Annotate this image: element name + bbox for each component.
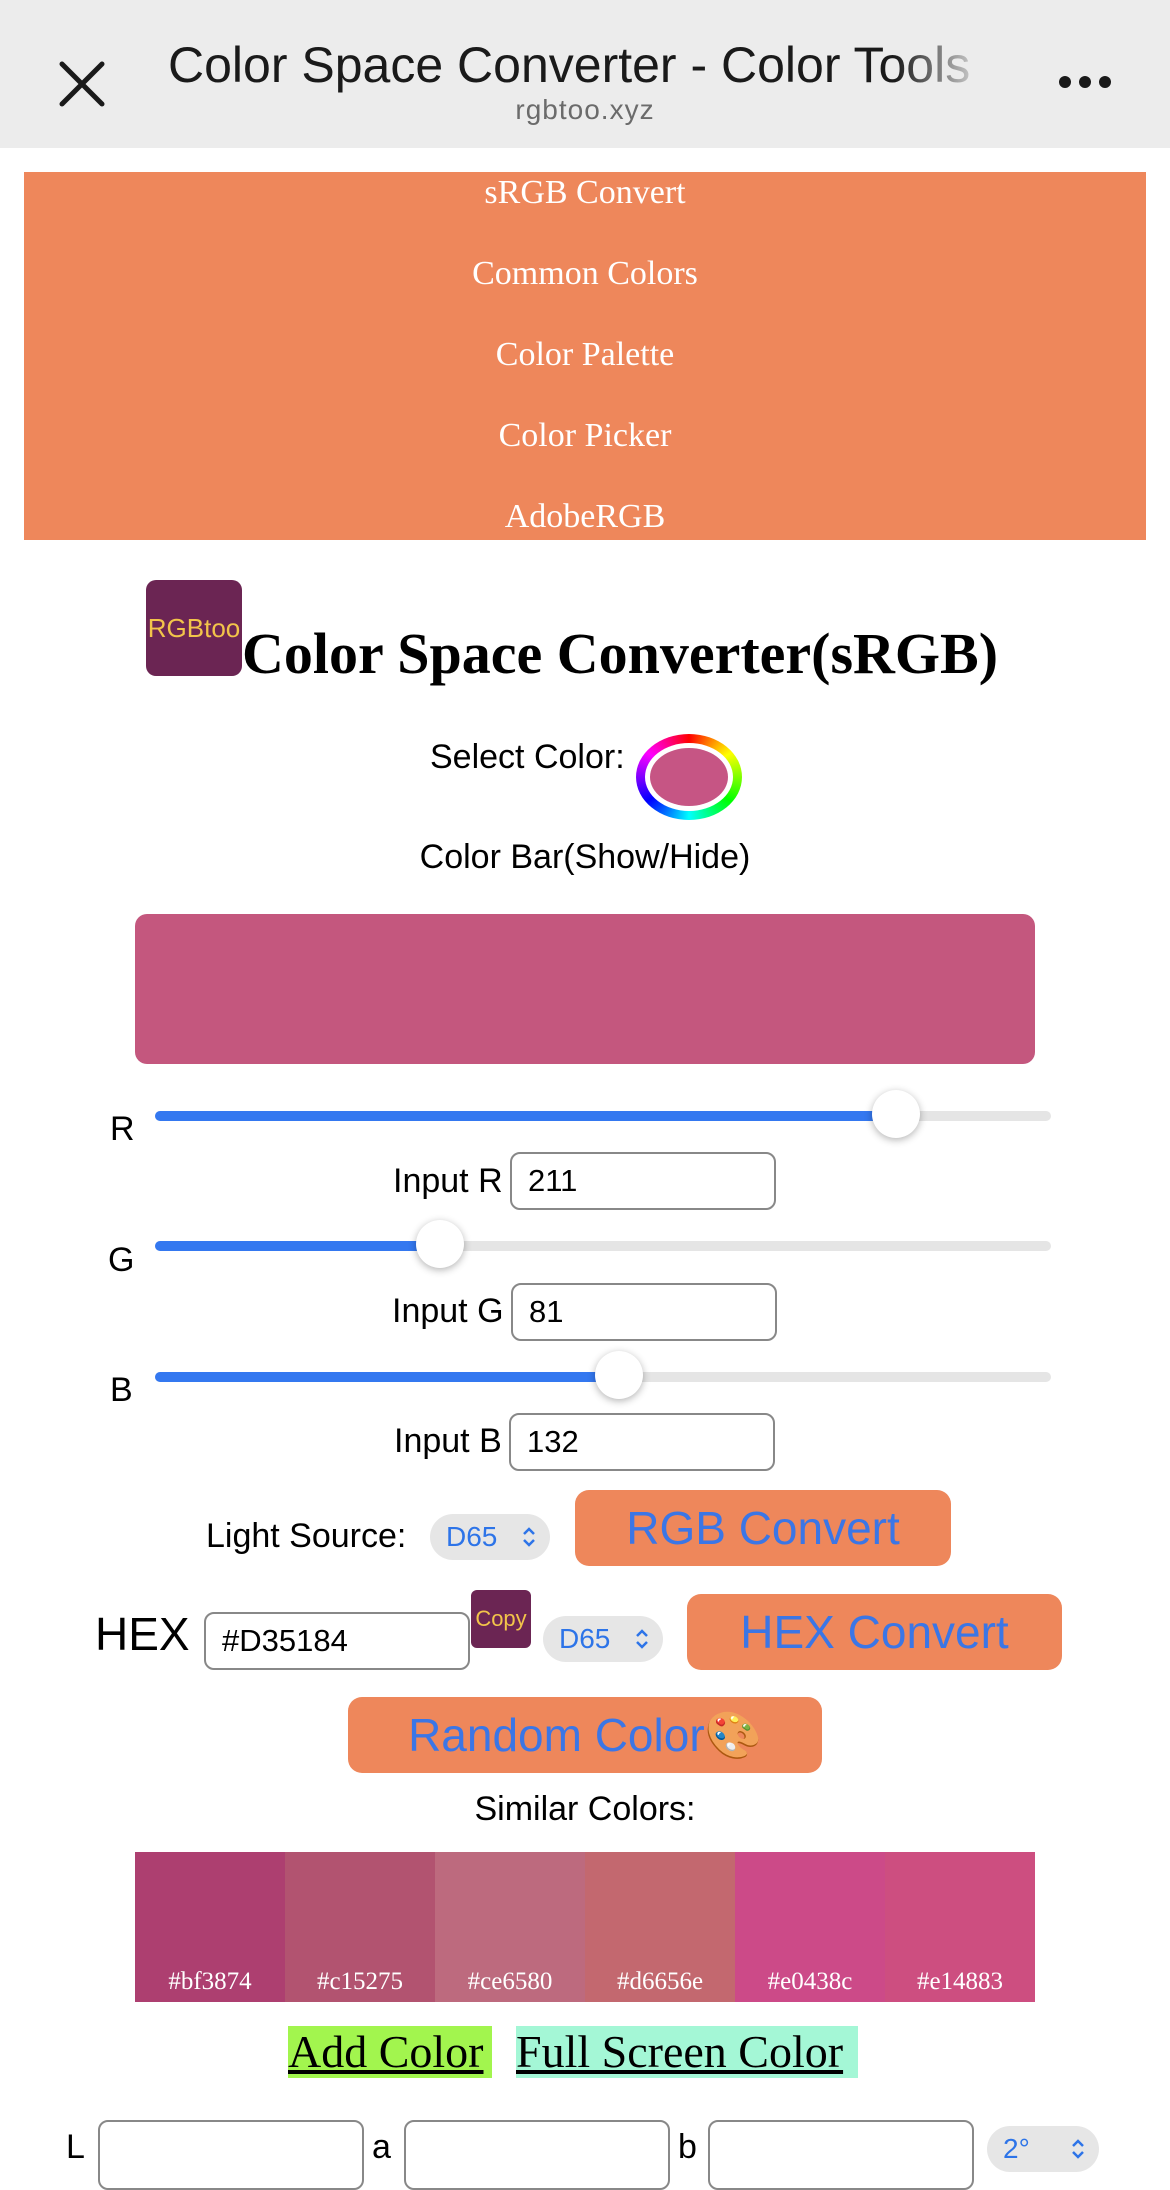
g-label: G <box>108 1241 135 1279</box>
hex-light-source-value: D65 <box>559 1623 611 1654</box>
page-title-bar: Color Space Converter - Color Tools <box>168 36 983 94</box>
lab-l-input[interactable] <box>98 2120 364 2190</box>
hex-input[interactable]: #D35184 <box>204 1612 470 1670</box>
similar-color-swatch[interactable]: #c15275 <box>285 1852 435 2002</box>
nav-item-srgb-convert[interactable]: sRGB Convert <box>24 174 1146 212</box>
lab-a-label: a <box>372 2128 391 2166</box>
similar-color-swatch[interactable]: #ce6580 <box>435 1852 585 2002</box>
page-url: rgbtoo.xyz <box>515 94 655 125</box>
b-label: B <box>110 1371 133 1409</box>
nav-item-adobergb[interactable]: AdobeRGB <box>24 498 1146 536</box>
hex-light-source-select[interactable]: D65 <box>543 1616 663 1662</box>
chevron-updown-icon <box>523 1527 535 1547</box>
hex-label: HEX <box>95 1608 190 1660</box>
more-options-icon[interactable] <box>1055 72 1115 92</box>
r-slider-fill <box>155 1111 896 1121</box>
page-title: Color Space Converter - Color Tools <box>168 37 971 93</box>
swatch-hex: #bf3874 <box>168 1968 252 1995</box>
g-slider-fill <box>155 1241 440 1251</box>
select-color-label: Select Color: <box>430 738 625 776</box>
hex-convert-button[interactable]: HEX Convert <box>687 1594 1062 1670</box>
input-r-field[interactable]: 211 <box>510 1152 776 1210</box>
input-r-label: Input R <box>393 1162 503 1200</box>
observer-select[interactable]: 2° <box>987 2126 1099 2172</box>
color-bar <box>135 914 1035 1064</box>
input-b-field[interactable]: 132 <box>509 1413 775 1471</box>
lab-b-label: b <box>678 2128 697 2166</box>
nav-item-common-colors[interactable]: Common Colors <box>24 255 1146 293</box>
light-source-value: D65 <box>446 1521 498 1552</box>
nav-menu: sRGB Convert Common Colors Color Palette… <box>24 172 1146 540</box>
add-color-link[interactable]: Add Color <box>288 2026 492 2078</box>
r-label: R <box>110 1110 135 1148</box>
lab-b-input[interactable] <box>708 2120 974 2190</box>
similar-colors-strip: #bf3874 #c15275 #ce6580 #d6656e #e0438c … <box>135 1852 1035 2002</box>
picker-swatch <box>650 748 728 806</box>
page-heading: Color Space Converter(sRGB) <box>242 621 999 686</box>
input-g-field[interactable]: 81 <box>511 1283 777 1341</box>
similar-color-swatch[interactable]: #e14883 <box>885 1852 1035 2002</box>
swatch-hex: #c15275 <box>316 1968 404 1995</box>
input-g-label: Input G <box>392 1292 504 1330</box>
logo[interactable]: RGBtoo <box>146 580 242 676</box>
input-b-label: Input B <box>394 1422 502 1460</box>
lab-l-label: L <box>66 2128 85 2166</box>
color-bar-toggle[interactable]: Color Bar(Show/Hide) <box>0 838 1170 877</box>
swatch-hex: #d6656e <box>616 1968 704 1995</box>
chevron-updown-icon <box>1072 2139 1084 2159</box>
r-slider-thumb[interactable] <box>872 1090 920 1138</box>
full-screen-color-link[interactable]: Full Screen Color <box>516 2026 858 2078</box>
lab-a-input[interactable] <box>404 2120 670 2190</box>
random-color-button[interactable]: Random Color🎨 <box>348 1697 822 1773</box>
g-slider-thumb[interactable] <box>416 1220 464 1268</box>
b-slider-thumb[interactable] <box>595 1351 643 1399</box>
b-slider-fill <box>155 1372 619 1382</box>
g-slider[interactable] <box>155 1220 1051 1268</box>
light-source-label: Light Source: <box>206 1517 407 1555</box>
similar-color-swatch[interactable]: #d6656e <box>585 1852 735 2002</box>
observer-value: 2° <box>1003 2133 1030 2164</box>
copy-button[interactable]: Copy <box>471 1590 531 1648</box>
swatch-hex: #ce6580 <box>467 1968 553 1995</box>
browser-top-bar: Color Space Converter - Color Tools rgbt… <box>0 0 1170 148</box>
rgb-convert-button[interactable]: RGB Convert <box>575 1490 951 1566</box>
nav-item-color-picker[interactable]: Color Picker <box>24 417 1146 455</box>
similar-color-swatch[interactable]: #e0438c <box>735 1852 885 2002</box>
swatch-hex: #e0438c <box>767 1968 853 1995</box>
chevron-updown-icon <box>636 1629 648 1649</box>
swatch-hex: #e14883 <box>916 1968 1004 1995</box>
nav-item-color-palette[interactable]: Color Palette <box>24 336 1146 374</box>
similar-color-swatch[interactable]: #bf3874 <box>135 1852 285 2002</box>
color-picker-input[interactable] <box>636 734 742 820</box>
b-slider[interactable] <box>155 1351 1051 1399</box>
r-slider[interactable] <box>155 1090 1051 1138</box>
similar-colors-label: Similar Colors: <box>474 1790 696 1828</box>
light-source-select[interactable]: D65 <box>430 1514 550 1560</box>
